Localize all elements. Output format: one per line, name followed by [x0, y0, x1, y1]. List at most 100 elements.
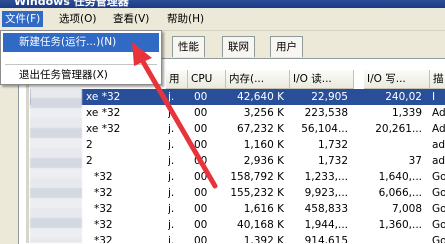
- file-menu-dropdown: 新建任务(运行...)(N) 退出任务管理器(X): [0, 30, 162, 85]
- process-user: j.: [168, 235, 175, 243]
- process-description: ad: [432, 155, 445, 167]
- process-description: ad: [432, 139, 445, 151]
- column-header-user[interactable]: 用: [166, 70, 188, 89]
- process-description: I: [432, 91, 436, 103]
- table-row[interactable]: 2 j. 00 2,936 K 1,732 37 ad: [30, 153, 445, 169]
- table-row[interactable]: xe *32 j. 00 3,256 K 223,538 1,339 Ad: [30, 105, 445, 121]
- process-table: 用 CPU 内存(... I/O 读... I/O 写... 描 xe *32 …: [30, 70, 445, 243]
- process-memory: 155,232 K: [230, 187, 284, 199]
- process-memory: 3,256 K: [243, 107, 284, 119]
- process-io-read: 1,233,...: [304, 171, 348, 183]
- process-cpu: 00: [194, 219, 208, 231]
- process-cpu: 00: [194, 155, 208, 167]
- process-io-write: 1,360,...: [378, 219, 422, 231]
- menu-view[interactable]: 查看(V): [110, 11, 152, 27]
- process-user: j.: [168, 91, 175, 103]
- window-title-bar[interactable]: Windows 任务管理器: [0, 0, 445, 8]
- column-header-io-read[interactable]: I/O 读...: [290, 70, 354, 89]
- process-memory: 42,640 K: [237, 91, 284, 103]
- process-name: *32: [94, 235, 113, 243]
- menu-bar: 文件(F) 选项(O) 查看(V) 帮助(H): [0, 8, 445, 31]
- tab-performance[interactable]: 性能: [172, 36, 205, 57]
- process-memory: 1,616 K: [243, 203, 284, 215]
- left-scrollbar[interactable]: [26, 60, 29, 243]
- table-row[interactable]: 2 j. 00 1,160 K 1,732 ad: [30, 137, 445, 153]
- process-name: xe *32: [86, 123, 121, 135]
- process-name: 2: [86, 139, 93, 151]
- table-row[interactable]: xe *32 j. 00 67,232 K 56,104... 20,261..…: [30, 121, 445, 137]
- process-description: Go: [432, 187, 445, 199]
- table-row[interactable]: *32 j. 00 158,792 K 1,233,... 1,640,... …: [30, 169, 445, 185]
- process-name: xe *32: [86, 91, 121, 103]
- process-name: 2: [86, 155, 93, 167]
- process-memory: 2,936 K: [243, 155, 284, 167]
- process-user: j.: [168, 139, 175, 151]
- process-name: *32: [94, 219, 113, 231]
- process-description: Ad: [432, 123, 445, 135]
- process-io-write: [360, 233, 422, 243]
- menu-item-new-task[interactable]: 新建任务(运行...)(N): [3, 33, 159, 52]
- process-io-read: 1,732: [317, 155, 348, 167]
- process-io-write: 20,261...: [375, 123, 422, 135]
- menu-help[interactable]: 帮助(H): [164, 11, 207, 27]
- process-io-write: 240,02: [385, 91, 422, 103]
- process-user: j.: [168, 123, 175, 135]
- process-name: xe *32: [86, 107, 121, 119]
- process-cpu: 00: [194, 235, 208, 243]
- process-user: j.: [168, 171, 175, 183]
- menu-separator: [5, 64, 157, 65]
- process-cpu: 00: [194, 107, 208, 119]
- column-header-memory[interactable]: 内存(...: [226, 70, 290, 89]
- process-user: j.: [168, 187, 175, 199]
- process-io-read: 9,923,...: [304, 187, 348, 199]
- column-header-cpu[interactable]: CPU: [188, 70, 226, 89]
- process-io-read: 56,104...: [301, 123, 348, 135]
- process-io-read: 22,905: [311, 91, 348, 103]
- menu-item-exit[interactable]: 退出任务管理器(X): [3, 66, 159, 85]
- process-io-read: 914,615: [304, 235, 348, 243]
- process-description: Go: [432, 203, 445, 215]
- table-row[interactable]: *32 j. 00 1,392 K 914,615 Go: [30, 233, 445, 243]
- table-row[interactable]: *32 j. 00 40,168 K 1,944,... 1,360,... G…: [30, 217, 445, 233]
- process-description: Go: [432, 219, 445, 231]
- process-io-write: 7,008: [391, 203, 422, 215]
- process-io-read: 1,732: [317, 139, 348, 151]
- process-user: j.: [168, 155, 175, 167]
- process-description: Go: [432, 171, 445, 183]
- column-header-description[interactable]: 描: [430, 70, 445, 89]
- process-cpu: 00: [194, 187, 208, 199]
- process-io-write: 1,339: [391, 107, 422, 119]
- process-user: j.: [168, 203, 175, 215]
- table-row[interactable]: *32 j. 00 155,232 K 9,923,... 6,066,... …: [30, 185, 445, 201]
- process-memory: 158,792 K: [230, 171, 284, 183]
- process-user: j.: [168, 107, 175, 119]
- process-io-write: [360, 137, 422, 153]
- process-description: Ad: [432, 107, 445, 119]
- tab-networking[interactable]: 联网: [222, 36, 255, 57]
- process-name: *32: [94, 171, 113, 183]
- process-cpu: 00: [194, 91, 208, 103]
- table-row[interactable]: xe *32 j. 00 42,640 K 22,905 240,02 I: [30, 89, 445, 105]
- tab-users[interactable]: 用户: [270, 36, 303, 57]
- process-io-read: 223,538: [304, 107, 348, 119]
- process-memory: 40,168 K: [237, 219, 284, 231]
- process-description: Go: [432, 235, 445, 243]
- process-io-write: 6,066,...: [378, 187, 422, 199]
- window-title: Windows 任务管理器: [14, 0, 129, 8]
- process-name: *32: [94, 203, 113, 215]
- process-io-read: 1,944,...: [304, 219, 348, 231]
- menu-file[interactable]: 文件(F): [2, 11, 44, 27]
- process-cpu: 00: [194, 203, 208, 215]
- process-memory: 1,392 K: [243, 235, 284, 243]
- process-io-read: 458,833: [304, 203, 348, 215]
- process-memory: 1,160 K: [243, 139, 284, 151]
- process-user: j.: [168, 219, 175, 231]
- process-io-write: 37: [408, 155, 422, 167]
- table-row[interactable]: *32 j. 00 1,616 K 458,833 7,008 Go: [30, 201, 445, 217]
- process-cpu: 00: [194, 171, 208, 183]
- column-header-io-write[interactable]: I/O 写...: [364, 70, 430, 89]
- process-io-write: 1,640,...: [378, 171, 422, 183]
- menu-options[interactable]: 选项(O): [56, 11, 99, 27]
- process-cpu: 00: [194, 123, 208, 135]
- process-name: *32: [94, 187, 113, 199]
